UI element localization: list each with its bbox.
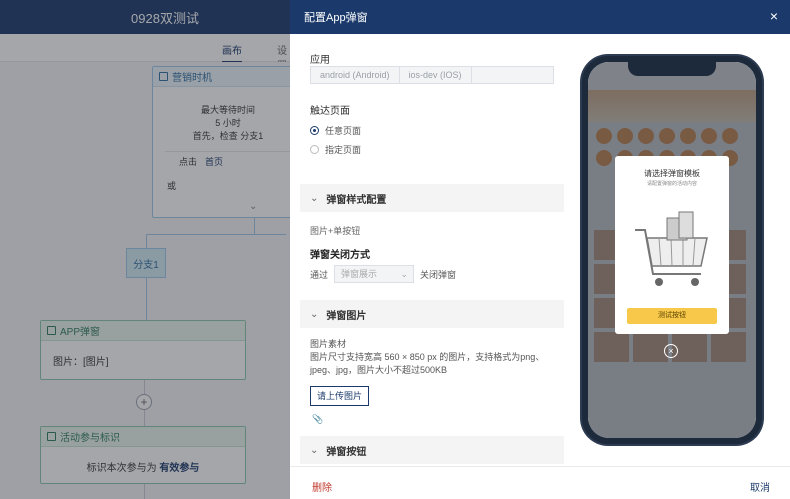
app-selector: android (Android) ios-dev (IOS)	[310, 66, 554, 84]
chevron-down-icon: ⌄	[310, 308, 319, 320]
style-value: 图片+单按钮	[310, 226, 361, 236]
phone-preview: 请选择弹窗模板 请配置弹窗的活动内容 测试按钮 ×	[582, 56, 762, 444]
radio-specific-page[interactable]: 指定页面	[310, 143, 361, 156]
image-material-label: 图片素材	[310, 339, 347, 349]
close-mode-label: 弹窗关闭方式	[310, 250, 370, 261]
paperclip-icon: 📎	[312, 414, 324, 424]
section-popup-button[interactable]: ⌄ 弹窗按钮	[300, 436, 564, 464]
app-option-android[interactable]: android (Android)	[311, 67, 400, 83]
close-icon[interactable]: ×	[770, 9, 778, 23]
section-style-title: 弹窗样式配置	[326, 194, 387, 206]
close-mode-select[interactable]: 弹窗展示 ⌄	[334, 265, 415, 283]
close-icon: ×	[664, 344, 678, 358]
preview-popup-title: 请选择弹窗模板	[644, 169, 700, 178]
app-option-ios[interactable]: ios-dev (IOS)	[400, 67, 472, 83]
trigger-page-label: 触达页面	[310, 106, 350, 117]
shopping-cart-illustration	[635, 211, 708, 286]
preview-popup: 请选择弹窗模板 请配置弹窗的活动内容 测试按钮	[615, 156, 729, 334]
drawer-header: 配置App弹窗 ×	[290, 0, 790, 34]
radio-any-page[interactable]: 任意页面	[310, 124, 361, 137]
cancel-button[interactable]: 取消	[750, 479, 770, 494]
chevron-down-icon: ⌄	[400, 269, 409, 279]
config-drawer: 配置App弹窗 × 应用 android (Android) ios-dev (…	[290, 0, 790, 499]
chevron-down-icon: ⌄	[310, 192, 319, 204]
radio-checked-icon[interactable]	[310, 126, 319, 135]
phone-notch	[628, 62, 716, 76]
section-popup-image[interactable]: ⌄ 弹窗图片	[300, 300, 564, 328]
delete-button[interactable]: 删除	[312, 479, 332, 494]
phone-screen: 请选择弹窗模板 请配置弹窗的活动内容 测试按钮 ×	[588, 62, 756, 438]
section-popup-style[interactable]: ⌄ 弹窗样式配置	[300, 184, 564, 212]
radio-specific-label: 指定页面	[325, 145, 362, 155]
app-label: 应用	[310, 55, 330, 66]
image-hint: 图片尺寸支持宽高 560 × 850 px 的图片，支持格式为png、jpeg、…	[310, 352, 545, 375]
section-image-title: 弹窗图片	[326, 310, 367, 322]
config-form: 应用 android (Android) ios-dev (IOS) 触达页面 …	[300, 34, 564, 466]
chevron-down-icon: ⌄	[310, 444, 319, 456]
drawer-footer: 删除 取消	[290, 466, 790, 499]
overlay-mask[interactable]	[0, 0, 290, 499]
close-mode-row: 通过 弹窗展示 ⌄ 关闭弹窗	[310, 265, 456, 283]
radio-unchecked-icon[interactable]	[310, 145, 319, 154]
close-mode-prefix: 通过	[310, 269, 329, 280]
upload-image-button[interactable]: 请上传图片	[310, 386, 370, 406]
radio-any-label: 任意页面	[325, 126, 362, 136]
preview-popup-subtitle: 请配置弹窗的活动内容	[646, 181, 697, 187]
close-mode-select-value: 弹窗展示	[341, 269, 378, 279]
section-button-title: 弹窗按钮	[326, 446, 367, 458]
close-mode-suffix: 关闭弹窗	[420, 269, 457, 280]
preview-popup-button: 测试按钮	[627, 308, 717, 324]
drawer-title: 配置App弹窗	[304, 12, 368, 24]
